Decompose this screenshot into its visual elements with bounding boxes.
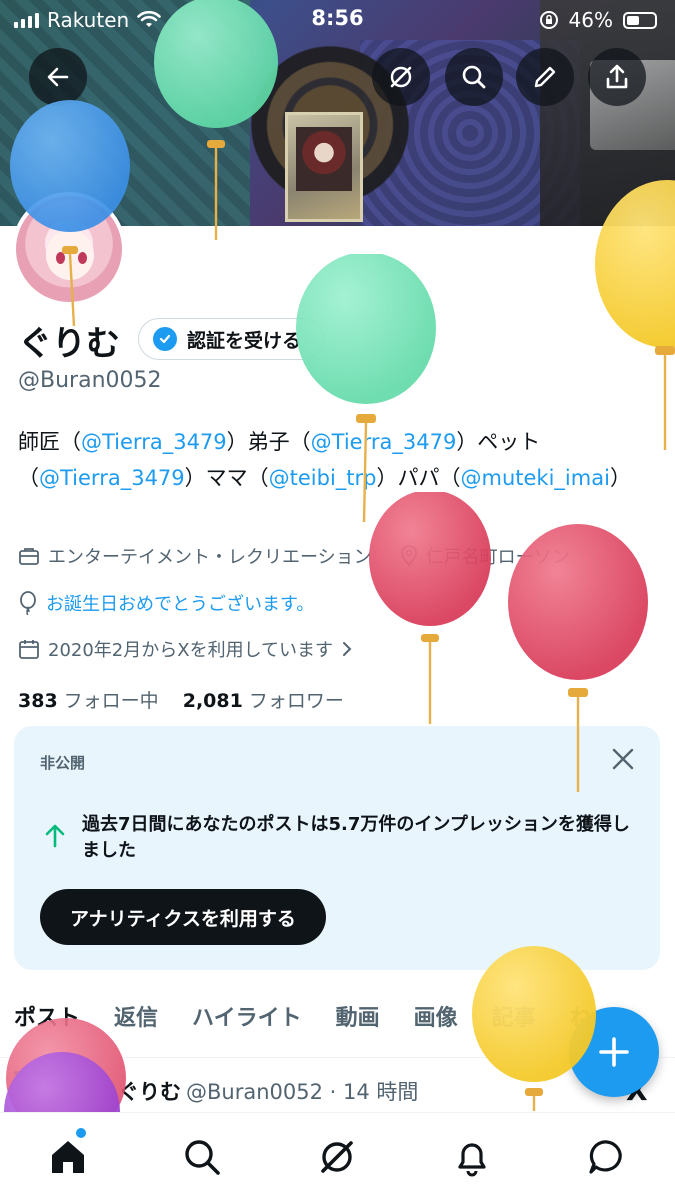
get-verified-label: 認証を受ける xyxy=(187,329,302,352)
battery-icon xyxy=(623,11,657,29)
balloon-green-1 xyxy=(154,0,278,240)
post-meta: @Buran0052 · 14 時間 xyxy=(186,1080,419,1104)
tab-videos[interactable]: 動画 xyxy=(336,1000,380,1057)
following-count: 383 xyxy=(18,690,58,712)
following-link[interactable]: 383 フォロー中 xyxy=(18,690,159,712)
grok-icon xyxy=(321,1141,353,1173)
balloon-red-1 xyxy=(369,492,491,724)
bell-icon xyxy=(458,1143,486,1177)
joined-row[interactable]: 2020年2月からXを利用しています xyxy=(18,636,353,662)
back-button[interactable] xyxy=(29,48,87,106)
private-tag: 非公開 xyxy=(40,754,86,772)
joined-date: 2020年2月からXを利用しています xyxy=(48,640,334,661)
search-button[interactable] xyxy=(445,48,503,106)
bio-text: ） xyxy=(609,466,631,490)
mention-link[interactable]: @Tierra_3479 xyxy=(39,466,185,490)
grok-button[interactable] xyxy=(372,48,430,106)
message-icon xyxy=(589,1140,622,1174)
home-icon xyxy=(52,1141,84,1173)
bottom-nav xyxy=(0,1112,675,1200)
balloon-red-2 xyxy=(508,524,648,792)
balloon-icon xyxy=(20,591,36,615)
notification-dot xyxy=(76,1128,86,1138)
arrow-up-icon xyxy=(45,824,65,848)
impressions-message: 過去7日間にあなたのポストは5.7万件のインプレッションを獲得しました xyxy=(82,814,630,861)
use-analytics-button[interactable]: アナリティクスを利用する xyxy=(40,889,326,945)
profile-category: エンターテイメント・レクリエーション xyxy=(48,547,372,568)
plus-icon xyxy=(599,1037,629,1067)
nav-grok[interactable] xyxy=(315,1135,359,1179)
mention-link[interactable]: @muteki_imai xyxy=(461,466,610,490)
nav-search[interactable] xyxy=(180,1135,224,1179)
share-icon xyxy=(606,64,628,89)
birthday-row: お誕生日おめでとうございます。 xyxy=(18,590,314,616)
bio-text: 師匠（ xyxy=(18,430,81,454)
balloon-purple xyxy=(4,1052,120,1112)
pencil-icon xyxy=(534,66,556,88)
share-button[interactable] xyxy=(588,48,646,106)
back-arrow-icon xyxy=(47,67,69,87)
calendar-icon xyxy=(19,640,39,659)
battery-percent: 46% xyxy=(568,8,613,32)
nav-messages[interactable] xyxy=(585,1135,629,1179)
balloon-yellow-2 xyxy=(472,946,596,1111)
tab-highlights[interactable]: ハイライト xyxy=(192,1000,302,1057)
grok-icon xyxy=(390,66,412,88)
balloon-blue xyxy=(10,100,130,327)
balloon-yellow-1 xyxy=(595,180,675,450)
edit-button[interactable] xyxy=(516,48,574,106)
following-label: フォロー中 xyxy=(63,690,159,712)
nav-home[interactable] xyxy=(46,1135,90,1179)
search-icon xyxy=(462,65,486,89)
chevron-right-icon xyxy=(343,642,352,656)
status-bar: Rakuten 8:56 46% xyxy=(0,0,675,38)
search-icon xyxy=(185,1140,220,1175)
followers-link[interactable]: 2,081 フォロワー xyxy=(183,690,344,712)
briefcase-icon xyxy=(19,548,39,565)
tab-images[interactable]: 画像 xyxy=(414,1000,458,1057)
banner-trading-card xyxy=(285,112,363,222)
birthday-message[interactable]: お誕生日おめでとうございます。 xyxy=(46,590,314,616)
follow-counts: 383 フォロー中 2,081 フォロワー xyxy=(18,686,344,713)
balloon-green-2 xyxy=(296,254,436,523)
followers-count: 2,081 xyxy=(182,690,243,712)
rotation-lock-icon xyxy=(539,11,558,29)
nav-notifications[interactable] xyxy=(450,1135,494,1179)
profile-handle: @Buran0052 xyxy=(18,368,162,393)
verified-badge-icon xyxy=(153,327,177,351)
bio-text: ）ママ（ xyxy=(184,466,269,490)
mention-link[interactable]: @Tierra_3479 xyxy=(81,430,227,454)
followers-label: フォロワー xyxy=(248,690,344,712)
